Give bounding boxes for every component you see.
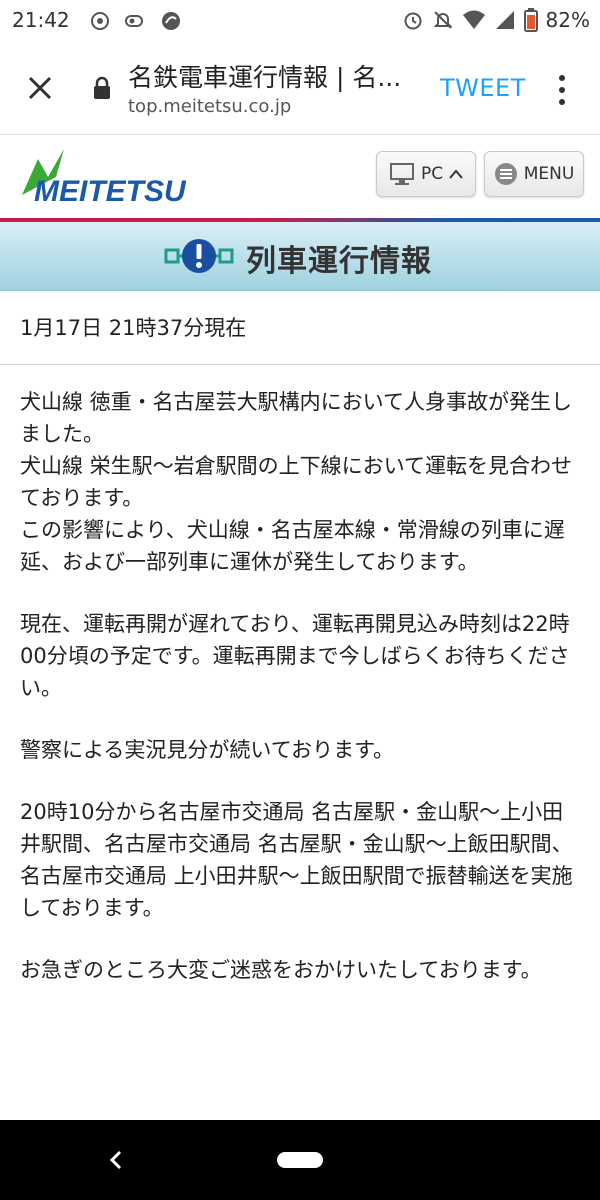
pc-view-label: PC — [420, 164, 444, 184]
home-pill[interactable] — [277, 1152, 323, 1168]
menu-icon — [494, 163, 517, 185]
alarm-icon — [404, 12, 422, 30]
notice-paragraph: 警察による実況見分が続いております。 — [20, 738, 395, 762]
update-timestamp: 1月17日 21時37分現在 — [20, 316, 247, 340]
page-url[interactable]: top.meitetsu.co.jp — [128, 96, 291, 117]
screen: 21:42 82% 名鉄電車運行情報 | 名... top.meitetsu.c… — [0, 0, 600, 1200]
app-notification-icon — [91, 12, 109, 30]
close-button[interactable] — [18, 66, 62, 110]
menu-button[interactable]: MENU — [484, 151, 584, 197]
monitor-icon — [389, 163, 414, 185]
close-icon — [28, 76, 52, 100]
page-title: 名鉄電車運行情報 | 名... — [128, 63, 402, 92]
site-header: MEITETSU PC MENU — [0, 135, 600, 219]
wifi-icon — [462, 10, 485, 29]
meitetsu-logo[interactable]: MEITETSU — [20, 147, 190, 207]
chevron-up-icon — [449, 169, 463, 179]
lock-icon — [94, 76, 110, 99]
tweet-button[interactable]: TWEET — [440, 74, 526, 102]
alert-icon — [164, 239, 234, 273]
battery-icon — [523, 8, 538, 32]
browser-toolbar: 名鉄電車運行情報 | 名... top.meitetsu.co.jp TWEET — [0, 44, 600, 135]
status-bar: 21:42 82% — [0, 0, 600, 44]
section-title: 列車運行情報 — [246, 244, 432, 279]
notice-paragraph: 20時10分から名古屋市交通局 名古屋駅・金山駅〜上小田井駅間、名古屋市交通局 … — [20, 800, 573, 920]
svg-text:MEITETSU: MEITETSU — [34, 175, 187, 207]
section-banner: 列車運行情報 — [0, 222, 600, 291]
notice-paragraph: お急ぎのところ大変ご迷惑をおかけいたしております。 — [20, 958, 542, 982]
notice-paragraph: 犬山線 徳重・名古屋芸大駅構内において人身事故が発生しました。 犬山線 栄生駅〜… — [20, 390, 573, 574]
signal-icon — [495, 11, 514, 29]
status-right: 82% — [402, 8, 590, 32]
sync-notification-icon — [162, 12, 180, 30]
mute-icon — [433, 11, 452, 29]
menu-label: MENU — [523, 164, 575, 184]
more-options-icon[interactable] — [552, 70, 572, 110]
notice-content: 犬山線 徳重・名古屋芸大駅構内において人身事故が発生しました。 犬山線 栄生駅〜… — [20, 386, 580, 986]
back-icon[interactable] — [100, 1144, 132, 1176]
system-nav-bar — [0, 1120, 600, 1200]
battery-percent: 82% — [545, 8, 590, 32]
notice-paragraph: 現在、運転再開が遅れており、運転再開見込み時刻は22時00分頃の予定です。運転再… — [20, 612, 570, 700]
status-time: 21:42 — [12, 8, 70, 32]
divider — [0, 364, 600, 365]
pc-view-button[interactable]: PC — [376, 151, 476, 197]
key-notification-icon — [125, 15, 143, 27]
